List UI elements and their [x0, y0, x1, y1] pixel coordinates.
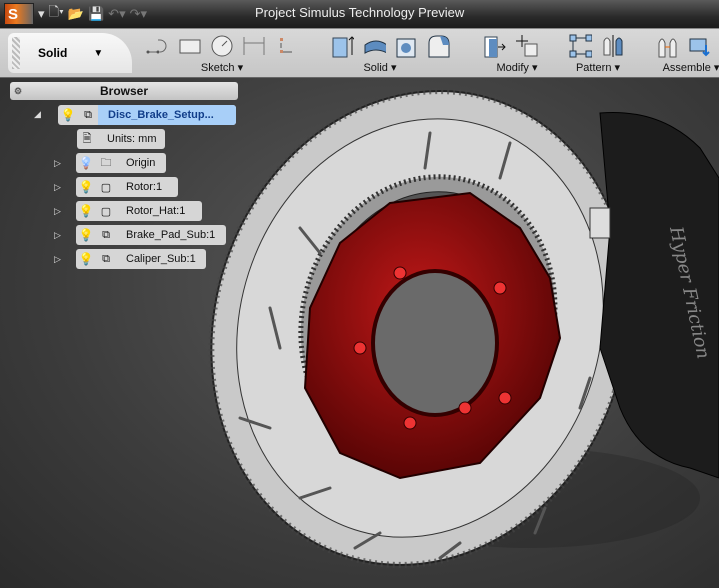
lightbulb-icon[interactable]: 💡 — [76, 180, 96, 194]
units-node[interactable]: 🗎 Units: mm — [77, 129, 165, 149]
app-menu-dropdown-icon[interactable]: ▾ — [38, 3, 45, 25]
component-icon: ▢ — [100, 181, 112, 194]
lightbulb-icon[interactable]: 💡 — [76, 156, 96, 170]
tree-item-label: Rotor_Hat:1 — [126, 205, 186, 217]
window-title: Project Simulus Technology Preview — [255, 5, 465, 20]
redo-icon[interactable]: ↷▾ — [130, 3, 147, 25]
expand-arrow-icon[interactable]: ▷ — [54, 206, 61, 217]
units-label: Units: mm — [107, 133, 157, 145]
lightbulb-icon[interactable]: 💡 — [76, 228, 96, 242]
pin-icon[interactable]: ⚙ — [14, 82, 22, 100]
tree-item-label: Brake_Pad_Sub:1 — [126, 229, 216, 241]
undo-icon[interactable]: ↶▾ — [108, 3, 125, 25]
rectangle-icon[interactable] — [178, 34, 202, 58]
tree-item-brake-pad-sub[interactable]: 💡 ⧉ Brake_Pad_Sub:1 — [76, 225, 226, 245]
lightbulb-icon[interactable]: 💡 — [58, 108, 78, 122]
folder-icon: 🗀 — [100, 156, 112, 169]
collapse-arrow-icon[interactable]: ◢ — [34, 109, 41, 120]
dimension-icon[interactable] — [242, 34, 266, 58]
tree-item-rotor[interactable]: 💡 ▢ Rotor:1 — [76, 177, 178, 197]
chevron-down-icon: ▼ — [93, 47, 104, 59]
insert-component-icon[interactable] — [688, 34, 712, 58]
app-menu-button[interactable]: S — [4, 3, 34, 25]
mode-selector[interactable]: Solid ▼ — [8, 33, 132, 73]
units-document-icon: 🗎 — [82, 132, 92, 145]
lightbulb-icon[interactable]: 💡 — [76, 204, 96, 218]
rectangular-pattern-icon[interactable] — [568, 34, 592, 58]
open-folder-icon[interactable]: 📂 — [68, 3, 84, 25]
mirror-icon[interactable] — [600, 34, 624, 58]
modify-group: Modify ▾ — [482, 31, 552, 77]
joint-icon[interactable] — [656, 34, 680, 58]
browser-title: Browser — [99, 84, 149, 98]
save-icon[interactable]: 💾 — [88, 3, 104, 25]
solid-group: Solid ▾ — [330, 31, 450, 77]
circle-icon[interactable] — [210, 34, 234, 58]
tree-item-label: Rotor:1 — [126, 181, 163, 193]
pattern-group: Pattern ▾ — [568, 31, 628, 77]
extrude-icon[interactable] — [330, 34, 354, 58]
grip-handle[interactable] — [12, 37, 20, 69]
tree-item-label: Caliper_Sub:1 — [126, 253, 196, 265]
title-bar: S ▾ 🗋▾ 📂 💾 ↶▾ ↷▾ Project Simulus Technol… — [0, 0, 719, 28]
ribbon-toolbar: Solid ▼ Sketch ▾ Solid ▾ Modify ▾ Pattern… — [0, 28, 719, 78]
sketch-group: Sketch ▾ — [146, 31, 298, 77]
expand-arrow-icon[interactable]: ▷ — [54, 254, 61, 265]
assemble-group-label[interactable]: Assemble ▾ — [656, 61, 719, 74]
assembly-icon: ⧉ — [84, 108, 92, 121]
tree-item-label: Origin — [126, 157, 156, 169]
new-file-icon[interactable]: 🗋▾ — [49, 3, 64, 25]
pattern-group-label[interactable]: Pattern ▾ — [568, 61, 628, 74]
hole-icon[interactable] — [394, 34, 418, 58]
press-pull-icon[interactable] — [482, 34, 506, 58]
solid-group-label[interactable]: Solid ▾ — [330, 61, 430, 74]
tree-item-origin[interactable]: 💡 🗀 Origin — [76, 153, 166, 173]
spline-icon[interactable] — [146, 34, 170, 58]
revolve-icon[interactable] — [362, 34, 386, 58]
fillet-icon[interactable] — [426, 34, 450, 58]
modify-group-label[interactable]: Modify ▾ — [482, 61, 552, 74]
lightbulb-icon[interactable]: 💡 — [76, 252, 96, 266]
expand-arrow-icon[interactable]: ▷ — [54, 158, 61, 169]
assembly-icon: ⧉ — [102, 228, 110, 241]
browser-panel-header[interactable]: ⚙ Browser — [10, 82, 238, 100]
expand-arrow-icon[interactable]: ▷ — [54, 182, 61, 193]
mode-label: Solid — [38, 46, 68, 60]
assembly-icon: ⧉ — [102, 252, 110, 265]
assemble-group: Assemble ▾ — [656, 31, 719, 77]
tree-item-caliper-sub[interactable]: 💡 ⧉ Caliper_Sub:1 — [76, 249, 206, 269]
move-icon[interactable] — [514, 34, 538, 58]
expand-arrow-icon[interactable]: ▷ — [54, 230, 61, 241]
tree-item-rotor-hat[interactable]: 💡 ▢ Rotor_Hat:1 — [76, 201, 202, 221]
tree-root-label: Disc_Brake_Setup... — [98, 105, 236, 125]
component-icon: ▢ — [100, 205, 112, 218]
constraint-icon[interactable] — [274, 34, 298, 58]
tree-root[interactable]: 💡 ⧉ Disc_Brake_Setup... — [58, 105, 236, 125]
caliper: Hyper Friction — [589, 111, 719, 479]
sketch-group-label[interactable]: Sketch ▾ — [146, 61, 298, 74]
